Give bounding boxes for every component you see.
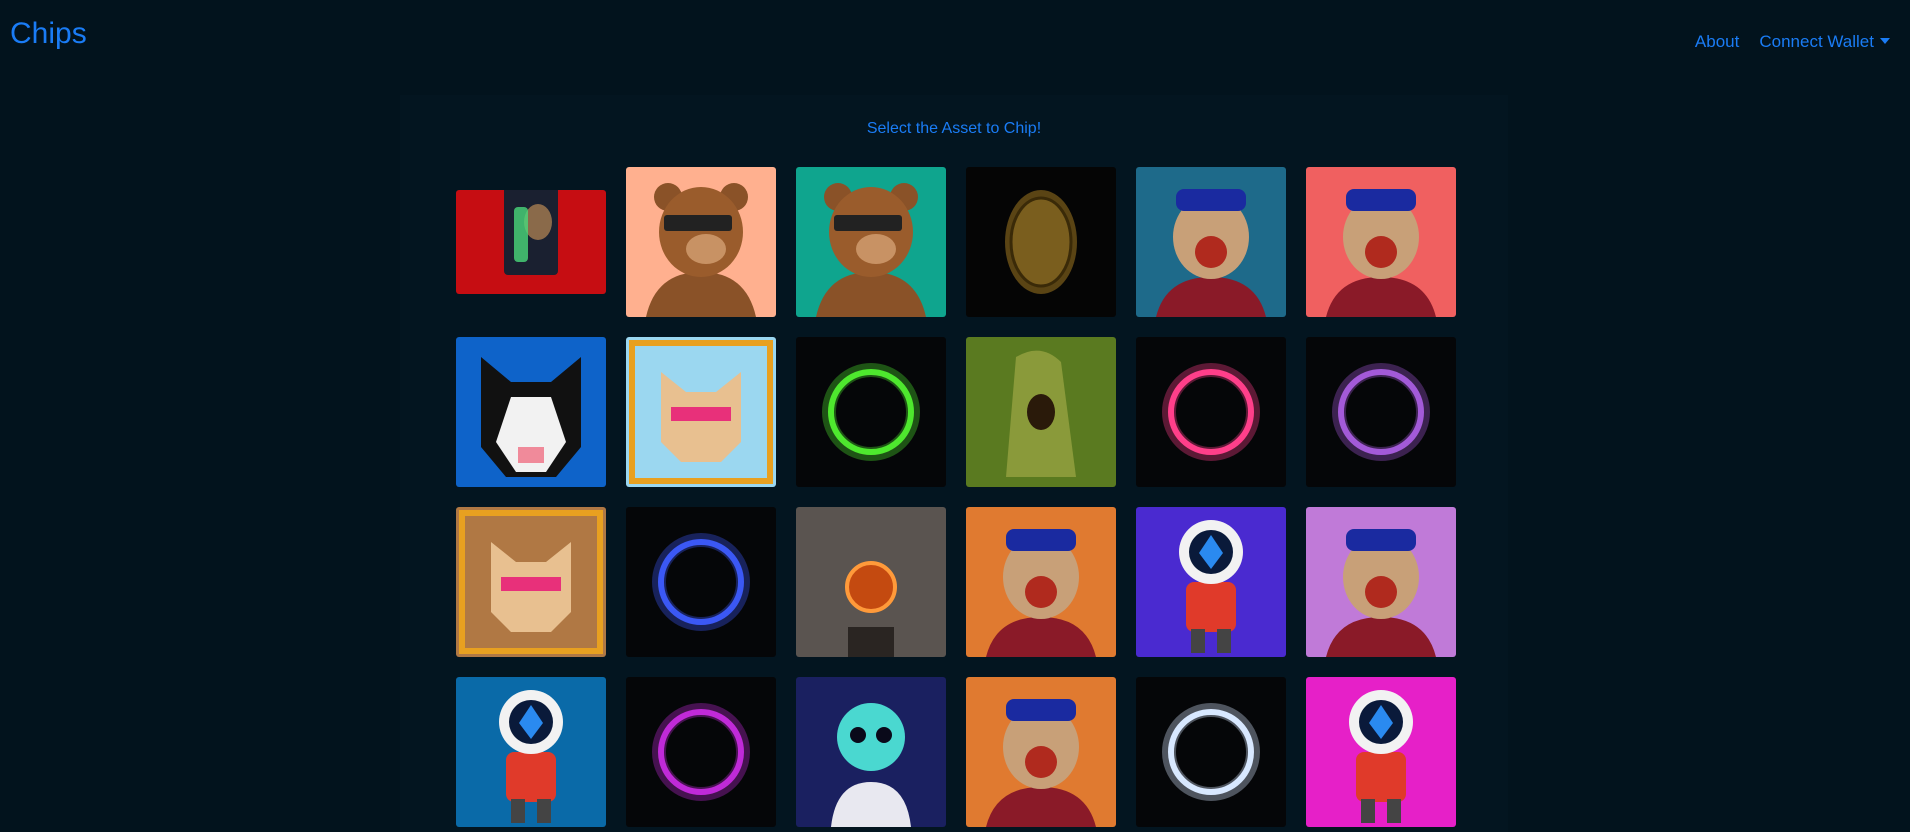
asset-image [1136, 337, 1286, 487]
asset-tile-pickle-monster[interactable] [966, 337, 1116, 487]
asset-image [1306, 677, 1456, 827]
asset-image [796, 337, 946, 487]
asset-tile-ape-space-helmet[interactable] [1306, 507, 1456, 657]
asset-image [1136, 507, 1286, 657]
asset-image [456, 337, 606, 487]
asset-tile-ape-bucket-hat[interactable] [1306, 167, 1456, 317]
asset-image [626, 507, 776, 657]
asset-image [626, 337, 776, 487]
asset-tile-ring-purple-blue[interactable] [1306, 337, 1456, 487]
asset-tile-ring-magenta[interactable] [626, 677, 776, 827]
asset-tile-pixel-shiba-word-grid[interactable] [456, 507, 606, 657]
asset-image [1306, 507, 1456, 657]
asset-tile-astronaut-blue[interactable] [456, 677, 606, 827]
about-link[interactable]: About [1695, 30, 1739, 54]
asset-image [966, 337, 1116, 487]
asset-tile-astronaut-purple[interactable] [1136, 507, 1286, 657]
select-asset-prompt: Select the Asset to Chip! [866, 120, 1042, 137]
asset-image [456, 507, 606, 657]
asset-tile-ape-gas-mask-pumpkins[interactable] [966, 507, 1116, 657]
asset-image [1306, 167, 1456, 317]
asset-image [796, 167, 946, 317]
asset-tile-skull-astronaut[interactable] [796, 677, 946, 827]
asset-image [796, 507, 946, 657]
asset-tile-astronaut-magenta[interactable] [1306, 677, 1456, 827]
asset-tile-pixel-husky[interactable] [456, 337, 606, 487]
asset-panel: Select the Asset to Chip! [400, 95, 1508, 832]
asset-tile-bear-purple-shades[interactable] [796, 167, 946, 317]
asset-tile-ring-pink[interactable] [1136, 337, 1286, 487]
asset-tile-ring-blue[interactable] [626, 507, 776, 657]
asset-tile-gold-coin[interactable] [966, 167, 1116, 317]
asset-image [966, 677, 1116, 827]
asset-image [1306, 337, 1456, 487]
asset-image [626, 677, 776, 827]
asset-image [456, 190, 606, 294]
asset-image [966, 507, 1116, 657]
asset-image [796, 677, 946, 827]
asset-tile-ring-green[interactable] [796, 337, 946, 487]
asset-tile-psychedelic-ape-mask[interactable] [1136, 167, 1286, 317]
asset-tile-ring-white-rainbow[interactable] [1136, 677, 1286, 827]
asset-tile-ape-cap-pumpkins[interactable] [966, 677, 1116, 827]
asset-tile-bear-3d-glasses[interactable] [626, 167, 776, 317]
asset-image [626, 167, 776, 317]
brand-link[interactable]: Chips [10, 14, 87, 54]
connect-wallet-label: Connect Wallet [1759, 32, 1874, 51]
asset-tile-pixel-shiba-framed[interactable] [626, 337, 776, 487]
asset-image [456, 677, 606, 827]
asset-tile-orange-medallion[interactable] [796, 507, 946, 657]
asset-image [1136, 677, 1286, 827]
connect-wallet-dropdown[interactable]: Connect Wallet [1759, 30, 1890, 54]
asset-tile-toy-ape-package[interactable] [456, 190, 606, 294]
asset-image [966, 167, 1116, 317]
top-nav: About Connect Wallet [1695, 30, 1890, 54]
asset-image [1136, 167, 1286, 317]
chevron-down-icon [1880, 38, 1890, 44]
